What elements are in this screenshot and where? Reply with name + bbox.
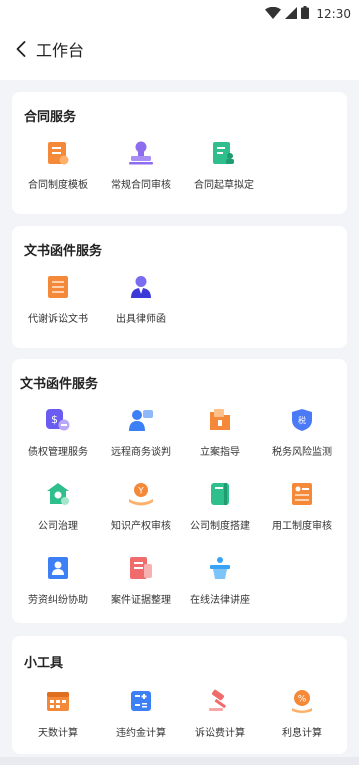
tool-item-penalty-calc[interactable]: 违约金计算 [99,688,183,742]
section-title: 文书函件服务 [20,377,99,392]
contract-draft-icon [211,140,237,166]
company-house-icon [45,481,71,507]
nav-header: 工作台 [0,24,359,80]
stamp-icon [128,140,154,166]
section-document-services: 文书函件服务 代谢诉讼文书 出具律师函 [12,226,347,348]
percent-coin-icon: % [289,688,315,714]
service-item-employment-policy[interactable]: 用工制度审核 [260,481,344,535]
page-title: 工作台 [36,41,85,60]
service-item-lawyer-letter[interactable]: 出具律师函 [99,274,183,328]
tool-item-interest-calc[interactable]: % 利息计算 [260,688,344,742]
trademark-icon: Y [128,481,154,507]
book-icon [207,481,233,507]
document-badge-icon [45,140,71,166]
bottom-edge [0,757,359,765]
battery-icon [301,4,310,23]
tax-shield-icon: 税 [289,407,315,433]
service-item-label: 远程商务谈判 [111,447,171,458]
service-item-label: 出具律师函 [116,314,166,325]
service-item-label: 公司治理 [38,521,78,532]
service-item-label: 合同起草拟定 [194,180,254,191]
folder-icon [207,407,233,433]
service-item-litigation-docs[interactable]: 代谢诉讼文书 [16,274,100,328]
service-item-filing-guidance[interactable]: 立案指导 [178,407,262,461]
service-item-contract-review[interactable]: 常规合同审核 [99,140,183,194]
service-item-debt-management[interactable]: $ 债权管理服务 [16,407,100,461]
section-contract-services: 合同服务 合同制度模板 常规合同审核 合同起草拟定 [12,92,347,214]
service-item-label: 合同制度模板 [28,180,88,191]
service-item-label: 税务风险监测 [272,447,332,458]
service-item-label: 代谢诉讼文书 [28,314,88,325]
signal-icon [285,4,298,23]
section-title: 文书函件服务 [24,244,103,259]
status-time: 12:30 [316,6,351,21]
tool-item-label: 诉讼费计算 [195,728,245,739]
service-item-tax-risk[interactable]: 税 税务风险监测 [260,407,344,461]
tool-item-label: 违约金计算 [116,728,166,739]
svg-text:税: 税 [298,415,306,425]
service-item-contract-template[interactable]: 合同制度模板 [16,140,100,194]
wifi-icon [265,4,282,23]
service-item-label: 公司制度搭建 [190,521,250,532]
negotiation-icon [128,407,154,433]
evidence-icon [128,555,154,581]
service-item-ip-review[interactable]: Y 知识产权审核 [99,481,183,535]
lecture-podium-icon [207,555,233,581]
tool-item-day-calc[interactable]: 天数计算 [16,688,100,742]
service-item-legal-lecture[interactable]: 在线法律讲座 [178,555,262,609]
calculator-icon [128,688,154,714]
service-item-label: 案件证据整理 [111,595,171,606]
person-card-icon [45,555,71,581]
status-bar: 12:30 [0,0,359,24]
service-item-label: 在线法律讲座 [190,595,250,606]
service-item-label: 债权管理服务 [28,447,88,458]
service-item-labor-dispute[interactable]: 劳资纠纷协助 [16,555,100,609]
lawyer-icon [128,274,154,300]
section-legal-services: 文书函件服务 $ 债权管理服务 远程商务谈判 立案指导 税 税务风险监测 公司治… [12,359,347,623]
status-icons: 12:30 [265,4,351,23]
svg-text:$: $ [51,413,58,426]
service-item-label: 用工制度审核 [272,521,332,532]
service-item-company-policy[interactable]: 公司制度搭建 [178,481,262,535]
gavel-icon [207,688,233,714]
service-item-label: 立案指导 [200,447,240,458]
section-tools: 小工具 天数计算 违约金计算 诉讼费计算 % 利息计算 [12,636,347,754]
svg-text:%: % [298,695,307,705]
svg-text:Y: Y [137,487,144,497]
list-document-icon [45,274,71,300]
section-title: 合同服务 [24,110,77,125]
service-item-label: 常规合同审核 [111,180,171,191]
tool-item-label: 利息计算 [282,728,322,739]
service-item-corporate-governance[interactable]: 公司治理 [16,481,100,535]
service-item-contract-draft[interactable]: 合同起草拟定 [182,140,266,194]
service-item-evidence[interactable]: 案件证据整理 [99,555,183,609]
section-title: 小工具 [24,656,64,671]
service-item-label: 劳资纠纷协助 [28,595,88,606]
service-item-label: 知识产权审核 [111,521,171,532]
service-item-remote-negotiation[interactable]: 远程商务谈判 [99,407,183,461]
calendar-icon [45,688,71,714]
tool-item-label: 天数计算 [38,728,78,739]
back-button[interactable] [12,40,30,62]
chevron-left-icon [16,41,26,61]
tool-item-litigation-fee-calc[interactable]: 诉讼费计算 [178,688,262,742]
employee-doc-icon [289,481,315,507]
money-bag-icon: $ [45,407,71,433]
